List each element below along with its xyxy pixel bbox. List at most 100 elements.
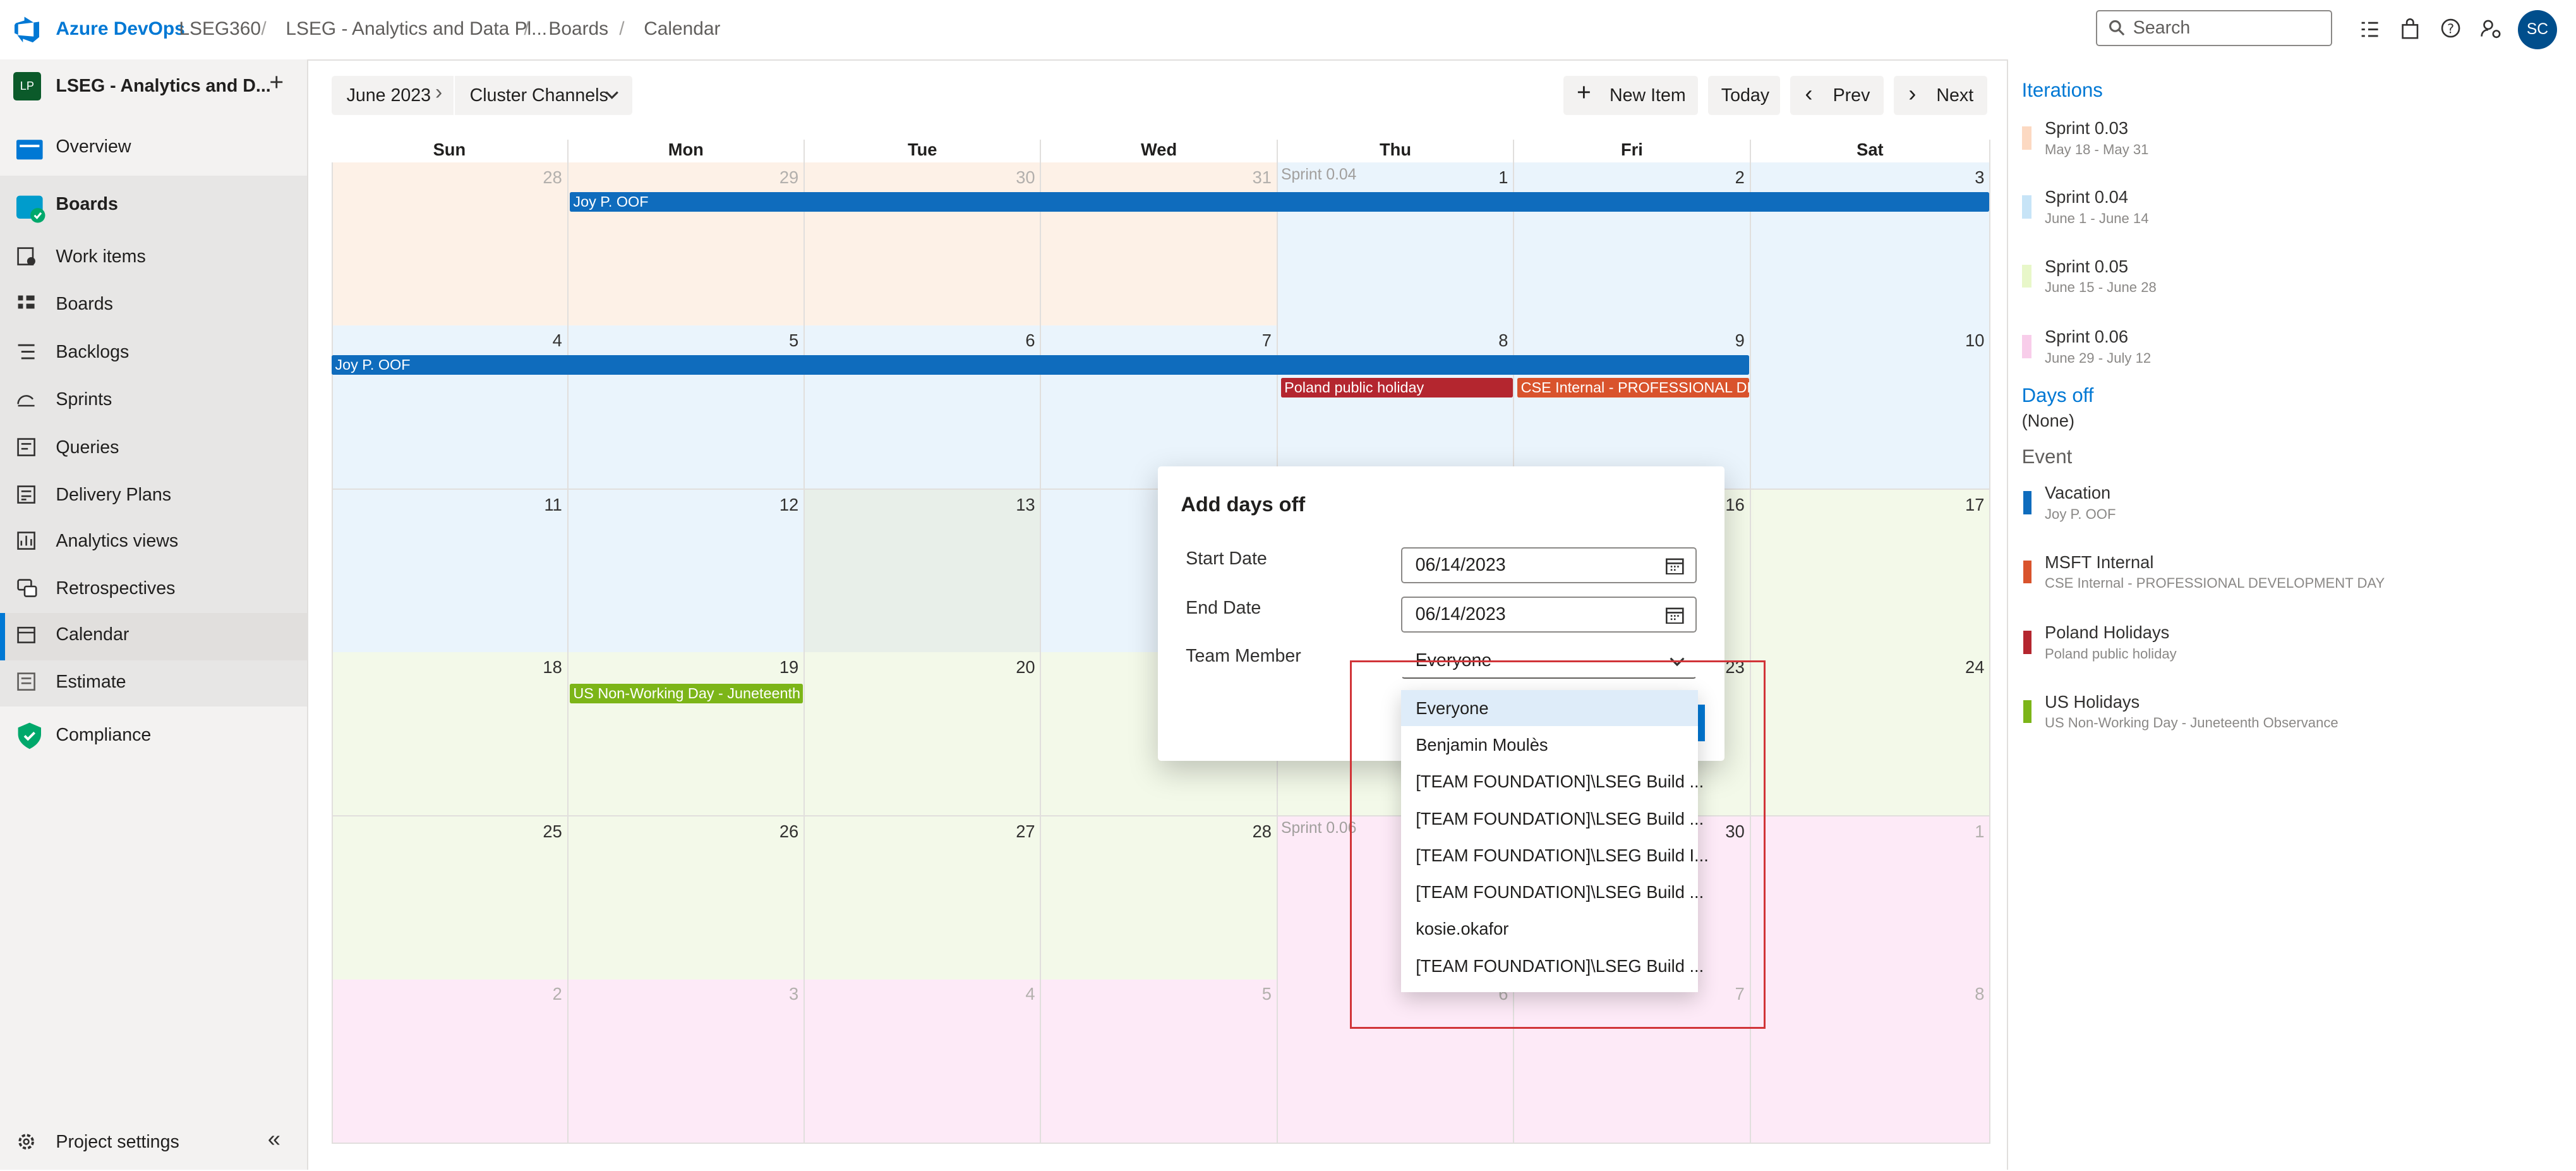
calendar-day-cell[interactable]: 1 bbox=[1750, 816, 1991, 981]
event-type-name[interactable]: US Holidays bbox=[2045, 692, 2140, 712]
day-number: 1 bbox=[1498, 167, 1508, 188]
sidebar-item-work-items[interactable]: Work items bbox=[0, 235, 307, 281]
calendar-day-cell[interactable]: 20 bbox=[805, 652, 1042, 817]
prev-button[interactable]: ‹ Prev bbox=[1790, 75, 1884, 115]
event-type-name[interactable]: Vacation bbox=[2045, 483, 2110, 503]
event-bar[interactable]: Poland public holiday bbox=[1280, 378, 1513, 398]
project-settings[interactable]: Project settings bbox=[0, 1120, 307, 1167]
collapse-sidebar-icon[interactable]: « bbox=[268, 1125, 280, 1152]
calendar-day-cell[interactable]: 24 bbox=[1750, 652, 1991, 817]
calendar-day-cell[interactable]: 17 bbox=[1750, 489, 1991, 654]
sidebar-item-compliance[interactable]: Compliance bbox=[0, 713, 307, 759]
screen: Azure DevOps LSEG360 / LSEG - Analytics … bbox=[0, 0, 2576, 1170]
iteration-name[interactable]: Sprint 0.06 bbox=[2045, 327, 2128, 347]
iterations-title: Iterations bbox=[2021, 78, 2103, 101]
search-box[interactable]: Search bbox=[2095, 9, 2332, 46]
calendar-day-cell[interactable]: 2 bbox=[332, 979, 569, 1144]
iteration-dates: June 1 - June 14 bbox=[2045, 210, 2149, 226]
calendar-day-cell[interactable]: 8 bbox=[1277, 325, 1515, 490]
add-icon[interactable]: + bbox=[269, 69, 284, 97]
calendar-day-cell[interactable]: 30 bbox=[805, 162, 1042, 327]
calendar-day-cell[interactable]: 8 bbox=[1750, 979, 1991, 1144]
shopping-bag-icon[interactable] bbox=[2401, 18, 2419, 40]
iteration-name[interactable]: Sprint 0.03 bbox=[2045, 118, 2128, 138]
calendar-day-cell[interactable]: 31 bbox=[1041, 162, 1278, 327]
calendar-day-cell[interactable]: 5 bbox=[1041, 979, 1278, 1144]
calendar-picker-icon[interactable] bbox=[1665, 557, 1684, 575]
calendar-day-cell[interactable]: 13 bbox=[805, 489, 1042, 654]
calendar-day-cell[interactable]: 2 bbox=[1514, 162, 1751, 327]
event-bar[interactable]: Joy P. OOF bbox=[570, 192, 1989, 212]
sidebar-item-queries[interactable]: Queries bbox=[0, 425, 307, 471]
sidebar-item-estimate[interactable]: Estimate bbox=[0, 660, 307, 707]
help-icon[interactable]: ? bbox=[2441, 18, 2460, 38]
event-type-name[interactable]: Poland Holidays bbox=[2045, 622, 2169, 643]
user-avatar[interactable]: SC bbox=[2517, 9, 2558, 49]
event-bar[interactable]: Joy P. OOF bbox=[332, 355, 1749, 375]
iteration-name[interactable]: Sprint 0.05 bbox=[2045, 257, 2128, 277]
calendar-day-cell[interactable]: 26 bbox=[568, 816, 805, 981]
start-date-input[interactable]: 06/14/2023 bbox=[1400, 547, 1697, 583]
sidebar-item-analytics-views[interactable]: Analytics views bbox=[0, 519, 307, 566]
sidebar-item-boards[interactable]: Boards bbox=[0, 282, 307, 329]
sidebar-item-label: Queries bbox=[56, 437, 119, 458]
calendar-day-cell[interactable]: 18 bbox=[332, 652, 569, 817]
sidebar-item-label: Delivery Plans bbox=[56, 484, 172, 505]
day-number: 8 bbox=[1498, 330, 1508, 350]
calendar-day-cell[interactable]: 27 bbox=[805, 816, 1042, 981]
calendar-day-cell[interactable]: 10 bbox=[1750, 325, 1991, 490]
next-button[interactable]: › Next bbox=[1893, 75, 1987, 115]
breadcrumb-project[interactable]: LSEG - Analytics and Data Pl... bbox=[286, 18, 547, 40]
project-name[interactable]: LSEG - Analytics and D... bbox=[56, 76, 270, 97]
calendar-day-cell[interactable]: 28 bbox=[1041, 816, 1278, 981]
calendar-day-cell[interactable]: 5 bbox=[568, 325, 805, 490]
end-date-input[interactable]: 06/14/2023 bbox=[1400, 596, 1697, 633]
day-number: 17 bbox=[1965, 494, 1985, 514]
day-number: 7 bbox=[1261, 330, 1272, 350]
sidebar-item-retrospectives[interactable]: Retrospectives bbox=[0, 567, 307, 613]
sidebar-item-boards-hub[interactable]: Boards bbox=[0, 183, 307, 229]
azure-devops-logo-icon[interactable] bbox=[15, 16, 41, 43]
iteration-name[interactable]: Sprint 0.04 bbox=[2045, 187, 2128, 207]
calendar-day-cell[interactable]: 4 bbox=[332, 325, 569, 490]
task-list-icon[interactable] bbox=[2360, 20, 2380, 39]
event-bar[interactable]: US Non-Working Day - Juneteenth Observan… bbox=[570, 683, 803, 703]
calendar-day-cell[interactable]: 3 bbox=[568, 979, 805, 1144]
calendar-day-cell[interactable]: 7 bbox=[1041, 325, 1278, 490]
sidebar-item-delivery-plans[interactable]: Delivery Plans bbox=[0, 473, 307, 519]
calendar-day-cell[interactable]: 6 bbox=[805, 325, 1042, 490]
sidebar-item-calendar[interactable]: Calendar bbox=[0, 612, 308, 661]
sidebar-item-label: Retrospectives bbox=[56, 578, 176, 599]
calendar-day-cell[interactable]: 12 bbox=[568, 489, 805, 654]
calendar-day-cell[interactable]: 28 bbox=[332, 162, 569, 327]
brand-name[interactable]: Azure DevOps bbox=[56, 18, 184, 40]
new-item-button[interactable]: + New Item bbox=[1563, 75, 1699, 115]
today-label: Today bbox=[1721, 85, 1770, 106]
calendar-picker-icon[interactable] bbox=[1665, 606, 1684, 624]
today-button[interactable]: Today bbox=[1708, 75, 1781, 115]
chevron-down-icon[interactable] bbox=[605, 90, 619, 100]
sidebar-item-sprints[interactable]: Sprints bbox=[0, 378, 307, 424]
event-type-name[interactable]: MSFT Internal bbox=[2045, 552, 2153, 573]
calendar-day-cell[interactable]: 3 bbox=[1750, 162, 1991, 327]
day-number: 31 bbox=[1252, 167, 1272, 188]
calendar-day-cell[interactable]: 1 bbox=[1277, 162, 1515, 327]
breadcrumb-boards[interactable]: Boards bbox=[548, 18, 608, 40]
month-label[interactable]: June 2023 bbox=[347, 85, 431, 106]
selected-indicator bbox=[0, 612, 5, 661]
calendar-day-cell[interactable]: 25 bbox=[332, 816, 569, 981]
calendar-day-cell[interactable]: 29 bbox=[568, 162, 805, 327]
user-settings-icon[interactable] bbox=[2480, 18, 2501, 40]
day-number: 28 bbox=[1252, 821, 1272, 841]
day-number: 29 bbox=[779, 167, 799, 188]
calendar-day-cell[interactable]: 19 bbox=[568, 652, 805, 817]
calendar-day-cell[interactable]: 9 bbox=[1514, 325, 1751, 490]
breadcrumb-calendar[interactable]: Calendar bbox=[644, 18, 720, 40]
calendar-day-cell[interactable]: 4 bbox=[805, 979, 1042, 1144]
sidebar-item-overview[interactable]: Overview bbox=[0, 125, 307, 171]
sidebar-item-backlogs[interactable]: Backlogs bbox=[0, 331, 307, 377]
calendar-day-cell[interactable]: 11 bbox=[332, 489, 569, 654]
team-selector[interactable]: Cluster Channels bbox=[470, 85, 608, 106]
event-bar[interactable]: CSE Internal - PROFESSIONAL DEVELOPMENT … bbox=[1517, 378, 1749, 398]
breadcrumb-org[interactable]: LSEG360 bbox=[179, 18, 261, 40]
